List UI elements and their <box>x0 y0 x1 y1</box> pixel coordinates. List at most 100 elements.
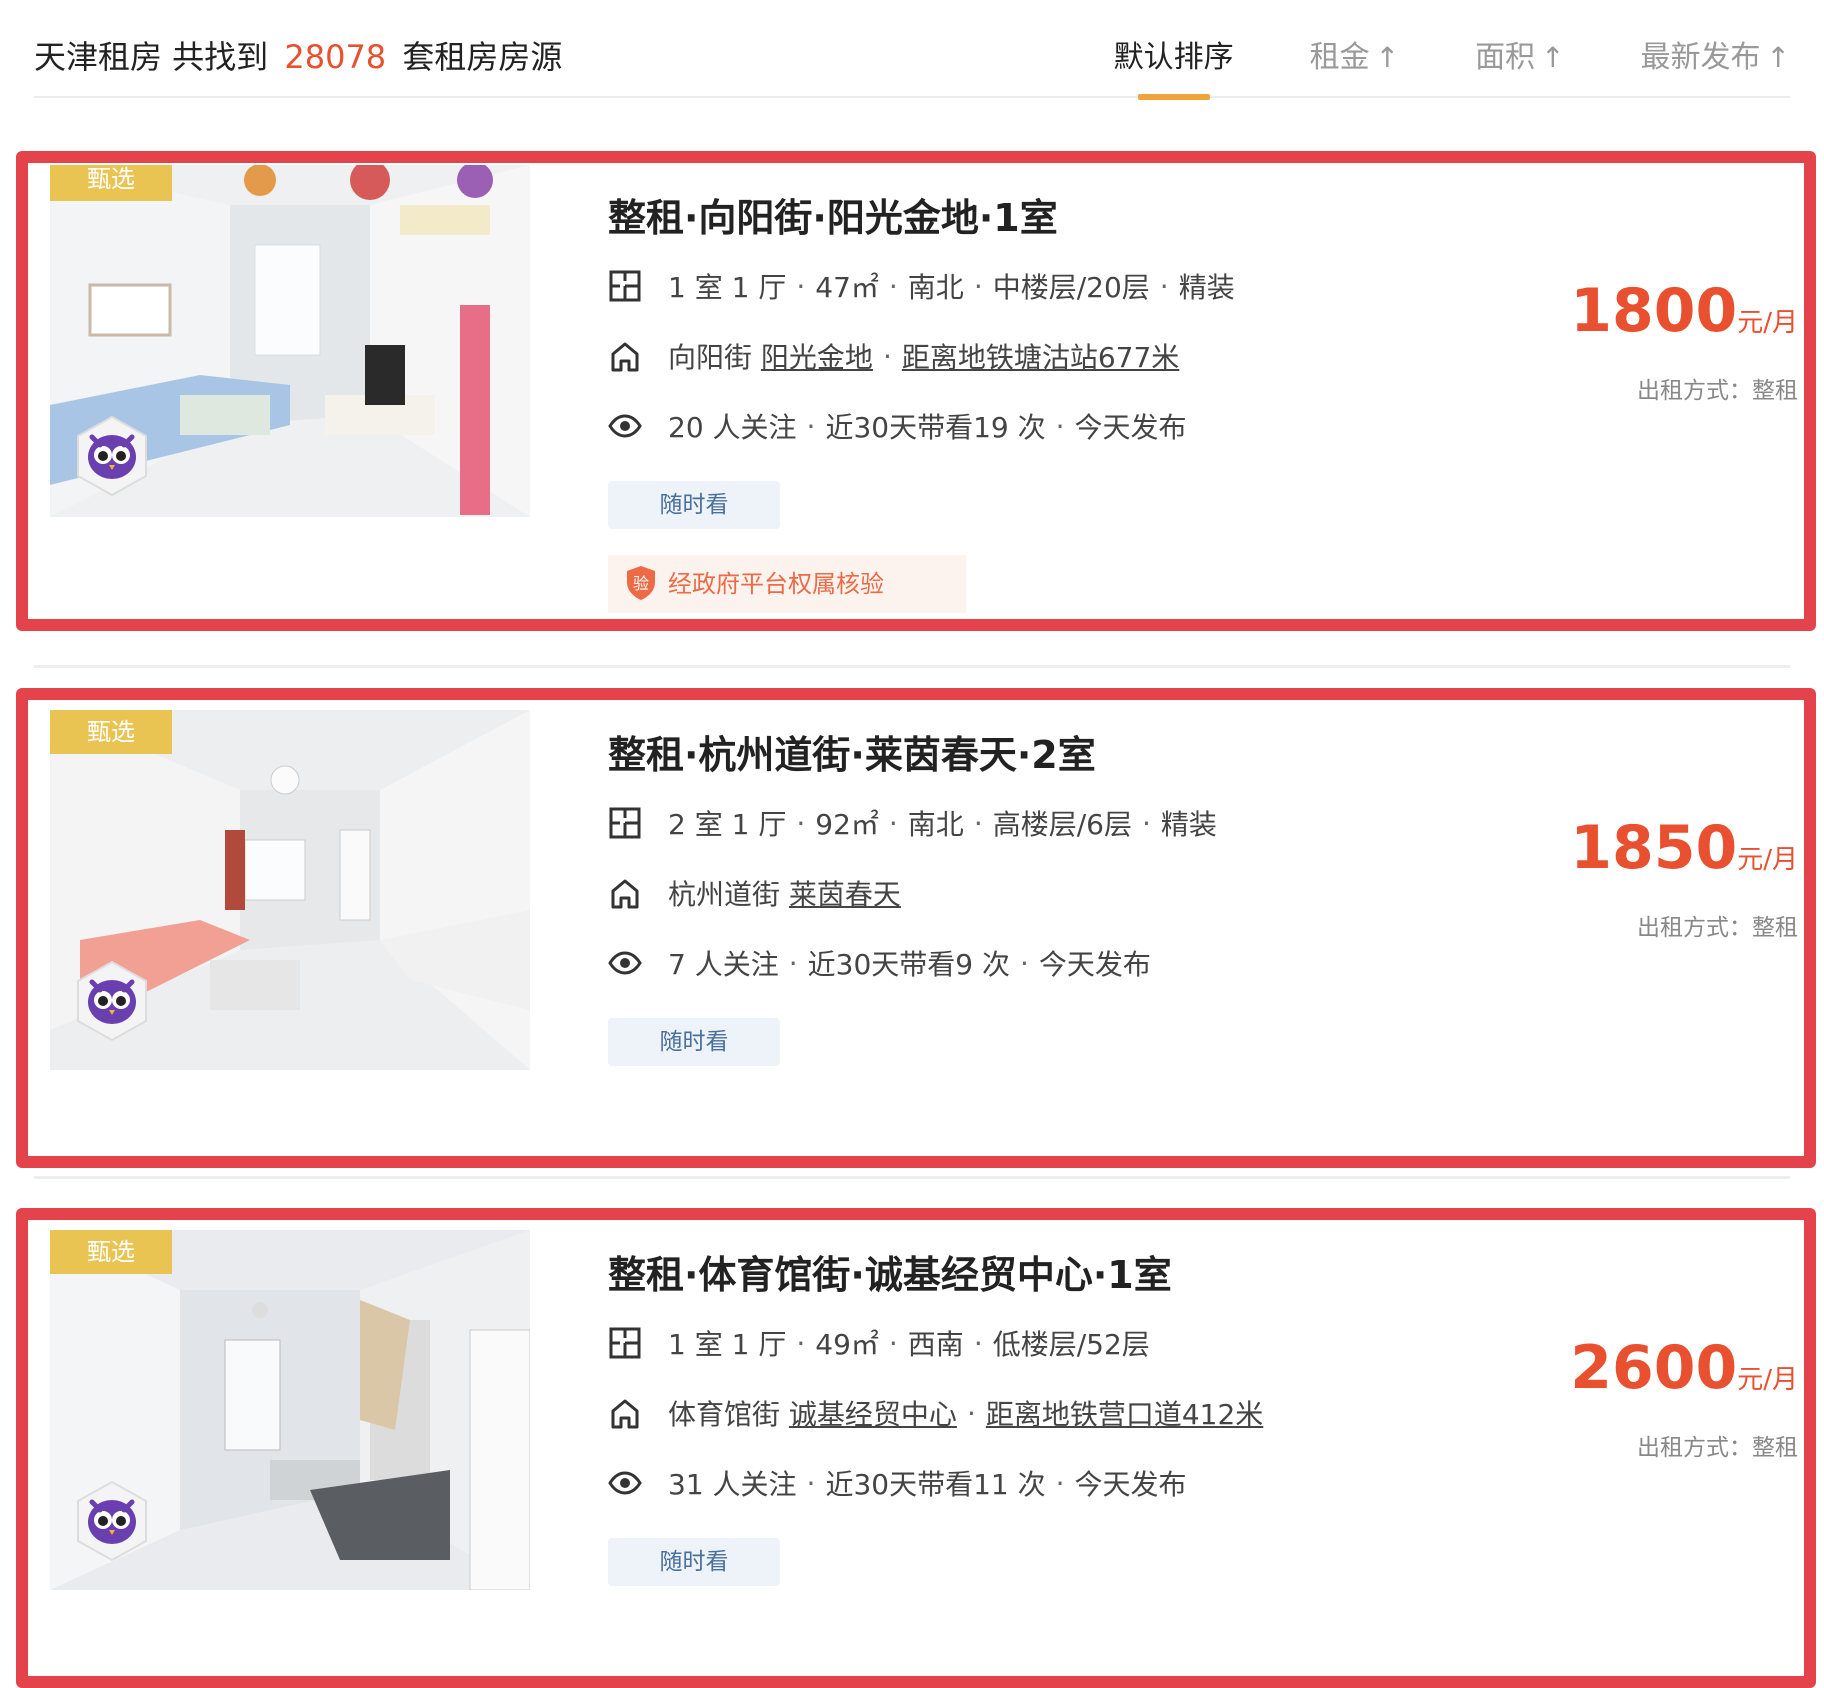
followers: 20 人关注 <box>668 411 797 444</box>
tag-anytime-viewing: 随时看 <box>608 481 780 529</box>
decoration: 精装 <box>1160 808 1217 841</box>
price: 1800元/月 <box>1570 279 1798 355</box>
price-unit: 元/月 <box>1737 1365 1798 1395</box>
sort-tab-label: 默认排序 <box>1113 40 1234 75</box>
listing-location: 向阳街 阳光金地 · 距离地铁塘沽站677米 <box>608 336 1179 376</box>
listing-stats: 20 人关注 · 近30天带看19 次 · 今天发布 <box>608 406 1187 446</box>
home-icon <box>608 339 642 373</box>
rent-type: 出租方式：整租 <box>1637 915 1798 941</box>
vr-owl-icon[interactable] <box>76 1480 148 1562</box>
area: 47㎡ <box>815 271 879 304</box>
sort-arrow-icon: ↑ <box>1541 41 1565 74</box>
summary-prefix: 天津租房 共找到 <box>34 38 269 76</box>
visits: 近30天带看19 次 <box>825 411 1046 444</box>
sort-tab-label: 面积 <box>1475 40 1536 75</box>
orientation: 南北 <box>907 808 964 841</box>
rent-type: 出租方式：整租 <box>1637 378 1798 404</box>
result-count: 28078 <box>284 38 387 76</box>
sort-arrow-icon: ↑ <box>1766 41 1790 74</box>
listing-card[interactable]: 甄选 整租·体育馆街·诚基经贸中心·1室 1 室 1 厅 · 49㎡ · 西南 · 低… <box>16 1208 1816 1688</box>
selected-badge: 甄选 <box>50 1230 172 1274</box>
listing-attributes: 2 室 1 厅 · 92㎡ · 南北 · 高楼层/6层 · 精装 <box>608 803 1217 843</box>
visits: 近30天带看11 次 <box>825 1468 1046 1501</box>
eye-icon <box>608 946 642 980</box>
price-value: 1800 <box>1570 276 1738 346</box>
listing-title[interactable]: 整租·杭州道街·莱茵春天·2室 <box>608 724 1096 779</box>
tag-anytime-viewing: 随时看 <box>608 1538 780 1586</box>
subway-link[interactable]: 距离地铁营口道412米 <box>986 1393 1263 1433</box>
vr-owl-icon[interactable] <box>76 960 148 1042</box>
community-link[interactable]: 莱茵春天 <box>789 873 901 913</box>
visits: 近30天带看9 次 <box>807 948 1010 981</box>
district: 杭州道街 <box>668 878 781 911</box>
followers: 31 人关注 <box>668 1468 797 1501</box>
price-box: 1850元/月 出租方式：整租 <box>1570 816 1798 942</box>
selected-badge: 甄选 <box>50 710 172 754</box>
listing-location: 体育馆街 诚基经贸中心 · 距离地铁营口道412米 <box>608 1393 1263 1433</box>
verify-label: 经政府平台权属核验 <box>668 570 884 598</box>
price-box: 1800元/月 出租方式：整租 <box>1570 279 1798 405</box>
orientation: 南北 <box>907 271 964 304</box>
area: 49㎡ <box>815 1328 879 1361</box>
sort-tab-default[interactable]: 默认排序 <box>1113 32 1234 100</box>
community-link[interactable]: 诚基经贸中心 <box>789 1393 957 1433</box>
published: 今天发布 <box>1038 948 1151 981</box>
listing-card[interactable]: 甄选 整租·向阳街·阳光金地·1室 1 室 1 厅 · 47㎡ · 南北 · 中楼层/… <box>16 151 1816 631</box>
room-layout: 1 室 1 厅 <box>668 271 787 304</box>
listing-attributes: 1 室 1 厅 · 47㎡ · 南北 · 中楼层/20层 · 精装 <box>608 266 1235 306</box>
listing-location: 杭州道街 莱茵春天 <box>608 873 901 913</box>
floor: 中楼层/20层 <box>992 271 1150 304</box>
rent-type: 出租方式：整租 <box>1637 1435 1798 1461</box>
sort-tab-newest[interactable]: 最新发布 ↑ <box>1641 32 1790 76</box>
verify-shield-icon <box>626 565 656 601</box>
district: 向阳街 <box>668 341 753 374</box>
summary-suffix: 套租房房源 <box>402 38 563 76</box>
sort-tab-rent[interactable]: 租金 ↑ <box>1310 32 1399 76</box>
room-layout: 2 室 1 厅 <box>668 808 787 841</box>
price-unit: 元/月 <box>1737 308 1798 338</box>
district: 体育馆街 <box>668 1398 781 1431</box>
listing-photo[interactable]: 甄选 <box>50 1230 530 1590</box>
listing-title[interactable]: 整租·体育馆街·诚基经贸中心·1室 <box>608 1244 1172 1299</box>
area: 92㎡ <box>815 808 879 841</box>
floorplan-icon <box>608 806 642 840</box>
listing-stats: 31 人关注 · 近30天带看11 次 · 今天发布 <box>608 1463 1187 1503</box>
room-layout: 1 室 1 厅 <box>668 1328 787 1361</box>
floor: 高楼层/6层 <box>992 808 1132 841</box>
sort-arrow-icon: ↑ <box>1375 41 1400 74</box>
sort-tab-label: 租金 <box>1309 40 1370 75</box>
listing-title[interactable]: 整租·向阳街·阳光金地·1室 <box>608 187 1058 242</box>
verify-badge: 经政府平台权属核验 <box>608 555 966 613</box>
published: 今天发布 <box>1074 1468 1187 1501</box>
home-icon <box>608 876 642 910</box>
decoration: 精装 <box>1178 271 1235 304</box>
sort-tab-area[interactable]: 面积 ↑ <box>1475 32 1564 76</box>
home-icon <box>608 1396 642 1430</box>
floorplan-icon <box>608 269 642 303</box>
community-link[interactable]: 阳光金地 <box>761 336 873 376</box>
sort-bar: 默认排序 租金 ↑ 面积 ↑ 最新发布 ↑ <box>1038 32 1790 100</box>
sort-tab-label: 最新发布 <box>1640 40 1761 75</box>
floorplan-icon <box>608 1326 642 1360</box>
price-unit: 元/月 <box>1737 845 1798 875</box>
vr-owl-icon[interactable] <box>76 415 148 497</box>
listing-card[interactable]: 甄选 整租·杭州道街·莱茵春天·2室 2 室 1 厅 · 92㎡ · 南北 · 高楼层… <box>16 688 1816 1168</box>
result-summary: 天津租房 共找到 28078 套租房房源 <box>34 32 562 78</box>
divider <box>34 1176 1790 1179</box>
price-value: 2600 <box>1570 1333 1738 1403</box>
price-box: 2600元/月 出租方式：整租 <box>1570 1336 1798 1462</box>
subway-link[interactable]: 距离地铁塘沽站677米 <box>902 336 1179 376</box>
listing-photo[interactable]: 甄选 <box>50 710 530 1070</box>
price: 2600元/月 <box>1570 1336 1798 1412</box>
selected-badge: 甄选 <box>50 165 172 201</box>
results-header: 天津租房 共找到 28078 套租房房源 默认排序 租金 ↑ 面积 ↑ 最新发布 ↑ <box>34 0 1790 100</box>
floor: 低楼层/52层 <box>992 1328 1150 1361</box>
divider <box>34 665 1790 668</box>
listing-stats: 7 人关注 · 近30天带看9 次 · 今天发布 <box>608 943 1151 983</box>
listing-photo[interactable]: 甄选 <box>50 165 530 517</box>
eye-icon <box>608 1466 642 1500</box>
followers: 7 人关注 <box>668 948 779 981</box>
published: 今天发布 <box>1074 411 1187 444</box>
listing-attributes: 1 室 1 厅 · 49㎡ · 西南 · 低楼层/52层 <box>608 1323 1150 1363</box>
price-value: 1850 <box>1570 813 1738 883</box>
